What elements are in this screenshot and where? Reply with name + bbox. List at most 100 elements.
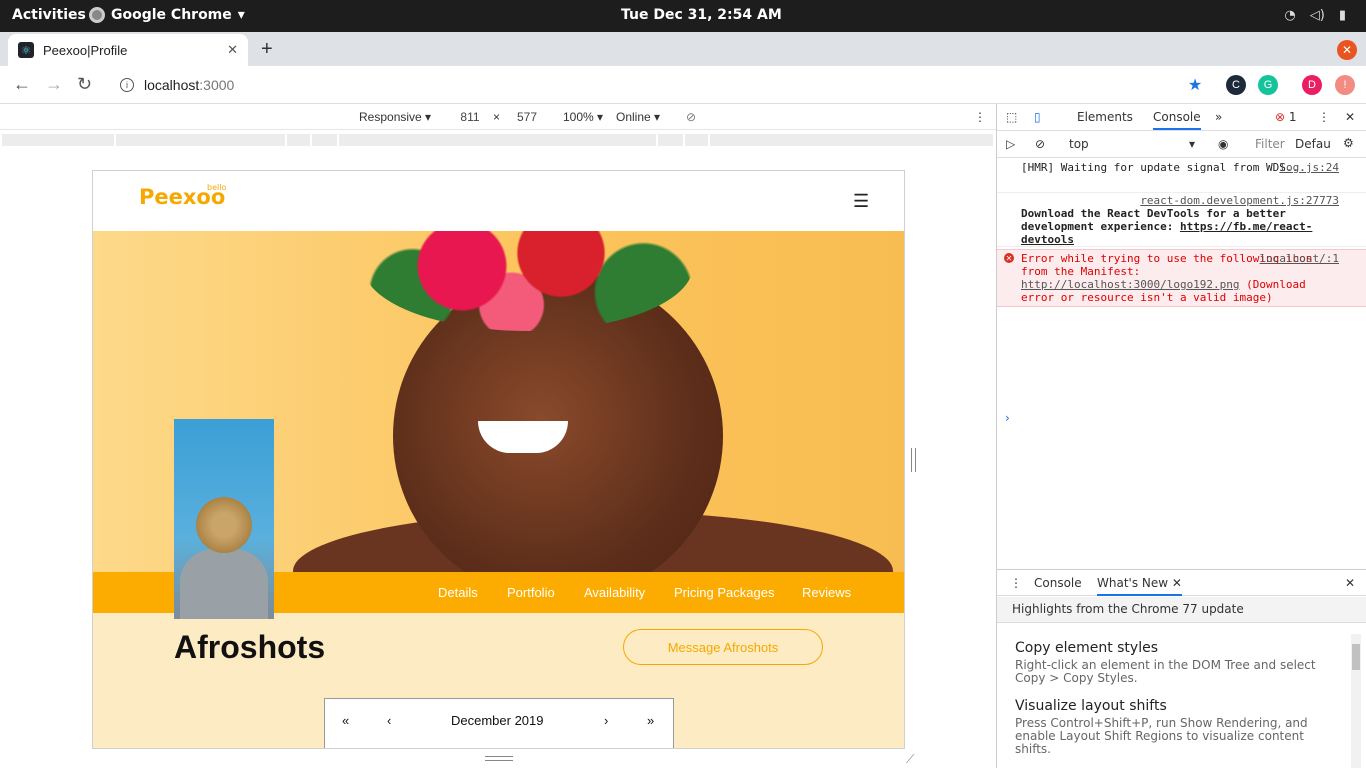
nav-details[interactable]: Details: [438, 585, 478, 600]
new-tab-button[interactable]: +: [261, 38, 273, 61]
profile-name: Afroshots: [174, 629, 326, 665]
zoom-select[interactable]: 100% ▾: [563, 110, 603, 124]
calendar-month-label: December 2019: [451, 713, 544, 728]
nav-portfolio[interactable]: Portfolio: [507, 585, 555, 600]
whats-new-item[interactable]: Visualize layout shifts Press Control+Sh…: [1015, 698, 1335, 756]
sidebar-toggle-icon[interactable]: ▷: [1006, 137, 1015, 151]
bookmark-star-icon[interactable]: ★: [1185, 75, 1205, 95]
close-devtools-icon[interactable]: ✕: [1345, 110, 1355, 124]
network-throttle-select[interactable]: Online ▾: [616, 110, 660, 124]
inspect-icon[interactable]: ⬚: [1006, 110, 1017, 124]
device-toolbar: Responsive ▾ 811 × 577 100% ▾ Online ▾ ⊘…: [0, 104, 996, 130]
message-source-link[interactable]: log.js:24: [1279, 161, 1339, 174]
chevron-down-icon: ▾: [237, 7, 245, 23]
chrome-icon: [89, 7, 105, 23]
system-tray[interactable]: ◔ ◁) ▮: [1284, 8, 1346, 23]
devtools-tabs: ⬚ ▯ Elements Console » ⊗ 1 ⋮ ✕: [997, 104, 1366, 131]
reload-icon[interactable]: ↻: [77, 74, 92, 95]
volume-icon: ◁): [1309, 8, 1325, 23]
clear-console-icon[interactable]: ⊘: [1035, 137, 1045, 151]
error-icon: ✕: [1004, 253, 1014, 263]
react-favicon-icon: ⚛: [18, 42, 34, 58]
devtools-panel: ⬚ ▯ Elements Console » ⊗ 1 ⋮ ✕ ▷ ⊘ top ▾…: [996, 104, 1366, 768]
media-query-bar[interactable]: [0, 131, 996, 149]
peexoo-logo[interactable]: Peexoo bello: [139, 183, 226, 209]
window-close-button[interactable]: ✕: [1337, 40, 1357, 60]
drawer-tab-whats-new[interactable]: What's New ✕: [1097, 576, 1182, 596]
dimension-separator: ×: [493, 110, 501, 124]
console-error-message: ✕ localhost/:1 Error while trying to use…: [997, 249, 1366, 307]
message-source-link[interactable]: localhost/:1: [1260, 252, 1339, 265]
battery-icon: ▮: [1338, 8, 1346, 23]
rotate-icon[interactable]: ⊘: [686, 110, 696, 124]
close-tab-icon[interactable]: ✕: [227, 42, 238, 58]
whats-new-item[interactable]: Copy element styles Right-click an eleme…: [1015, 640, 1335, 685]
resize-handle-right[interactable]: [911, 448, 916, 472]
activities-button[interactable]: Activities: [12, 7, 86, 23]
site-info-icon[interactable]: i: [120, 78, 134, 92]
context-dropdown-icon[interactable]: ▾: [1189, 137, 1195, 151]
message-source-link[interactable]: react-dom.development.js:27773: [1140, 194, 1339, 207]
site-header: Peexoo bello ☰: [93, 171, 904, 231]
forward-icon[interactable]: →: [45, 74, 63, 95]
url-port: :3000: [199, 77, 235, 93]
context-select[interactable]: top: [1069, 137, 1089, 151]
console-message: react-dom.development.js:27773 Download …: [997, 194, 1366, 247]
log-levels-select[interactable]: Defau: [1295, 137, 1331, 151]
tab-elements[interactable]: Elements: [1077, 110, 1133, 124]
profile-avatar-photo[interactable]: [174, 419, 274, 619]
drawer-menu-icon[interactable]: ⋮: [1010, 576, 1022, 590]
devtools-menu-icon[interactable]: ⋮: [1318, 110, 1330, 124]
emulated-viewport: Peexoo bello ☰ Details Portfolio Availab…: [92, 170, 905, 749]
nav-pricing-packages[interactable]: Pricing Packages: [674, 585, 774, 600]
browser-toolbar: ← → ↻ i localhost:3000 ★ C G D !: [0, 66, 1366, 104]
next-month-button[interactable]: ›: [604, 713, 608, 728]
manifest-icon-link[interactable]: http://localhost:3000/logo192.png: [1021, 278, 1240, 291]
tab-strip: ⚛ Peexoo|Profile ✕ +: [0, 32, 1366, 66]
settings-gear-icon[interactable]: ⚙: [1343, 136, 1354, 150]
close-drawer-icon[interactable]: ✕: [1345, 576, 1355, 590]
calendar-navigation: « ‹ December 2019 › »: [324, 698, 674, 748]
console-prompt[interactable]: ›: [1005, 411, 1010, 425]
viewport-width-input[interactable]: 811: [450, 108, 490, 126]
url-host: localhost: [144, 77, 200, 93]
nav-reviews[interactable]: Reviews: [802, 585, 851, 600]
first-month-button[interactable]: «: [342, 713, 349, 728]
nav-availability[interactable]: Availability: [584, 585, 645, 600]
profile-avatar[interactable]: D: [1302, 75, 1322, 95]
grammarly-icon[interactable]: G: [1258, 75, 1278, 95]
profile-section: Afroshots Message Afroshots « ‹ December…: [93, 613, 904, 748]
extension-alert-icon[interactable]: !: [1335, 75, 1355, 95]
console-message: [HMR] Waiting for update signal from WDS…: [997, 161, 1366, 193]
last-month-button[interactable]: »: [647, 713, 654, 728]
browser-tab[interactable]: ⚛ Peexoo|Profile ✕: [8, 34, 248, 66]
wifi-icon: ◔: [1284, 8, 1296, 23]
viewport-height-input[interactable]: 577: [507, 108, 547, 126]
device-toggle-icon[interactable]: ▯: [1034, 110, 1041, 124]
tab-console[interactable]: Console: [1153, 110, 1201, 130]
drawer-scrollbar[interactable]: [1351, 634, 1361, 768]
app-name: Google Chrome: [111, 7, 232, 23]
system-top-bar: Activities Google Chrome ▾ Tue Dec 31, 2…: [0, 0, 1366, 32]
extension-icon[interactable]: C: [1226, 75, 1246, 95]
address-bar[interactable]: i localhost:3000: [110, 71, 1170, 99]
more-tabs-icon[interactable]: »: [1215, 110, 1222, 124]
whats-new-heading: Highlights from the Chrome 77 update: [997, 597, 1366, 623]
more-options-icon[interactable]: ⋮: [974, 110, 986, 124]
prev-month-button[interactable]: ‹: [387, 713, 391, 728]
console-toolbar: ▷ ⊘ top ▾ ◉ Filter Defau ⚙: [997, 132, 1366, 158]
back-icon[interactable]: ←: [13, 74, 31, 95]
hamburger-menu-icon[interactable]: ☰: [853, 191, 869, 212]
tab-title: Peexoo|Profile: [43, 42, 128, 58]
app-menu[interactable]: Google Chrome ▾: [89, 7, 245, 23]
drawer-tabs: ⋮ Console What's New ✕ ✕: [997, 569, 1366, 596]
drawer-tab-console[interactable]: Console: [1034, 576, 1082, 590]
resize-handle-bottom[interactable]: [485, 756, 513, 761]
error-counter[interactable]: ⊗ 1: [1275, 110, 1297, 124]
message-button[interactable]: Message Afroshots: [623, 629, 823, 665]
resize-handle-corner[interactable]: ⟋: [906, 752, 914, 767]
device-mode-select[interactable]: Responsive ▾: [359, 110, 431, 124]
filter-input[interactable]: Filter: [1255, 137, 1285, 151]
clock[interactable]: Tue Dec 31, 2:54 AM: [621, 7, 782, 23]
eye-icon[interactable]: ◉: [1218, 137, 1228, 151]
